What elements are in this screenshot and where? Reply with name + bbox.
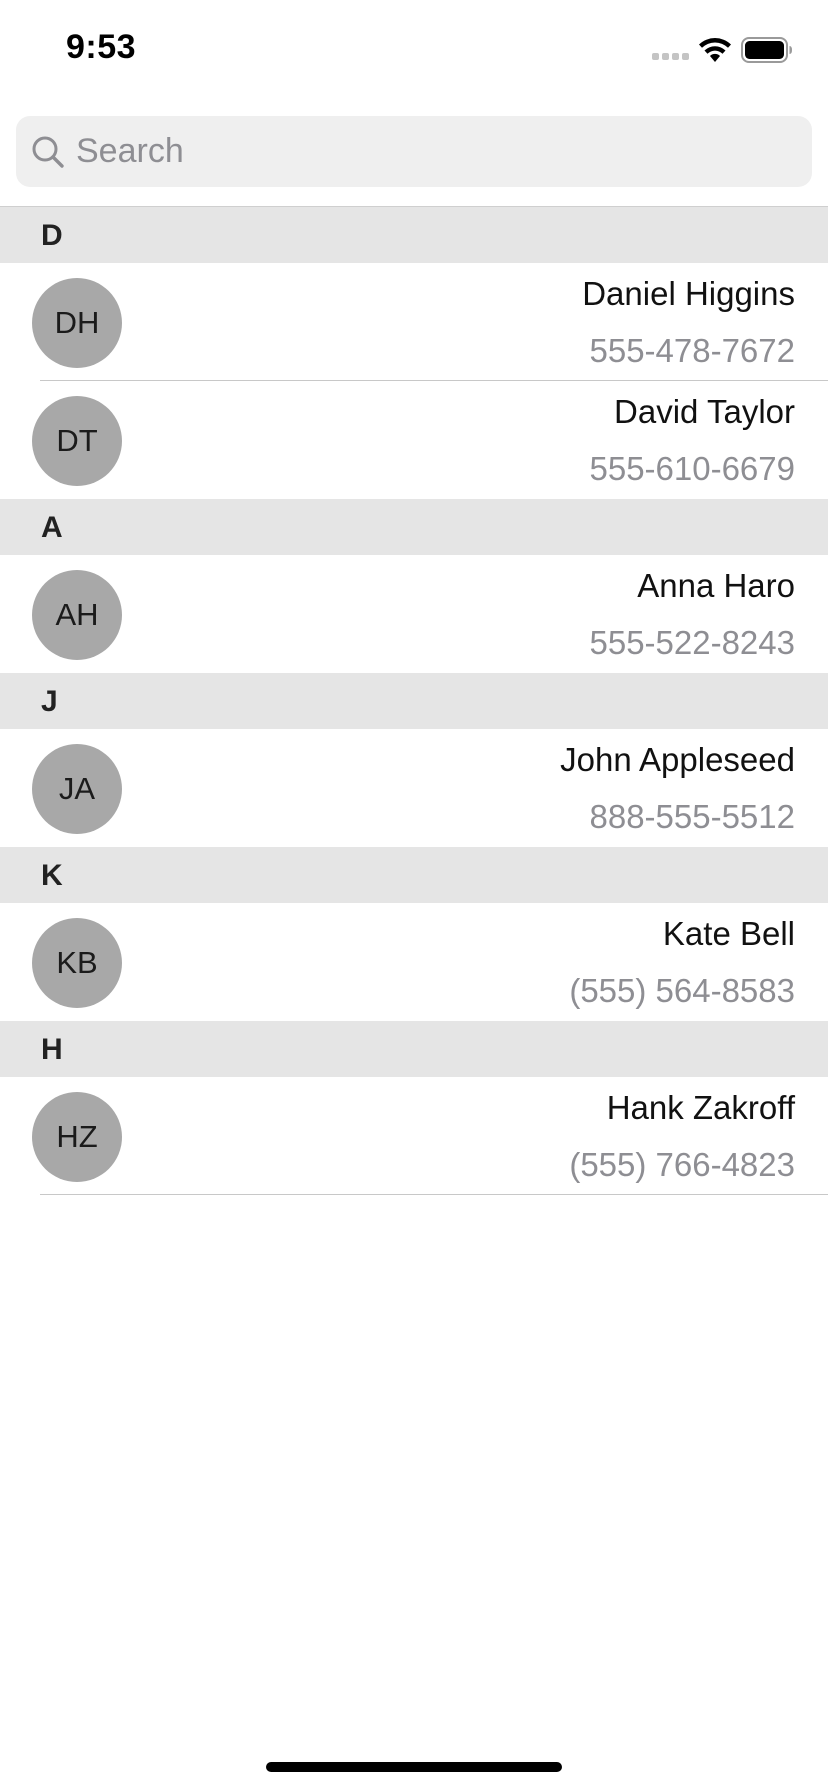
contact-row-hank-zakroff[interactable]: HZ Hank Zakroff (555) 766-4823: [0, 1077, 828, 1195]
contacts-list[interactable]: D DH Daniel Higgins 555-478-7672 DT Davi…: [0, 207, 828, 1195]
home-indicator[interactable]: [266, 1762, 562, 1772]
avatar-initials: JA: [58, 771, 96, 806]
avatar: HZ: [32, 1092, 122, 1182]
section-letter: K: [41, 859, 63, 892]
contact-row-daniel-higgins[interactable]: DH Daniel Higgins 555-478-7672: [0, 263, 828, 381]
section-letter: A: [41, 511, 63, 544]
avatar-initials: DT: [56, 423, 98, 458]
contact-name: Daniel Higgins: [582, 275, 795, 312]
avatar: DH: [32, 278, 122, 368]
avatar: JA: [32, 744, 122, 834]
contact-row-john-appleseed[interactable]: JA John Appleseed 888-555-5512: [0, 729, 828, 847]
contact-phone: (555) 564-8583: [569, 972, 795, 1009]
section-header-j: J: [0, 673, 828, 729]
contact-name: John Appleseed: [560, 741, 795, 778]
contact-phone: (555) 766-4823: [569, 1146, 795, 1183]
avatar-initials: DH: [54, 305, 100, 340]
contact-phone: 555-522-8243: [589, 624, 795, 661]
contact-name: Kate Bell: [662, 915, 795, 952]
contact-phone: 555-610-6679: [589, 450, 795, 487]
contact-row-kate-bell[interactable]: KB Kate Bell (555) 564-8583: [0, 903, 828, 1021]
status-bar: 9:53: [0, 0, 828, 100]
section-header-h: H: [0, 1021, 828, 1077]
avatar: KB: [32, 918, 122, 1008]
contact-row-anna-haro[interactable]: AH Anna Haro 555-522-8243: [0, 555, 828, 673]
avatar-initials: HZ: [56, 1119, 98, 1154]
signal-dots-icon: [652, 53, 692, 61]
battery-icon: [741, 37, 792, 63]
section-letter: D: [41, 219, 63, 252]
avatar: DT: [32, 396, 122, 486]
section-header-a: A: [0, 499, 828, 555]
wifi-icon: [699, 38, 731, 62]
avatar: AH: [32, 570, 122, 660]
contact-phone: 555-478-7672: [589, 332, 795, 369]
section-letter: J: [41, 685, 58, 718]
contact-phone: 888-555-5512: [589, 798, 795, 835]
status-time: 9:53: [66, 28, 137, 66]
section-header-k: K: [0, 847, 828, 903]
contact-name: Hank Zakroff: [606, 1089, 795, 1126]
section-letter: H: [41, 1033, 63, 1066]
search-bar[interactable]: [16, 116, 812, 187]
avatar-initials: AH: [55, 597, 99, 632]
search-icon: [32, 136, 64, 168]
search-input[interactable]: [76, 116, 796, 187]
avatar-initials: KB: [56, 945, 98, 980]
contact-name: David Taylor: [614, 393, 795, 430]
contact-row-david-taylor[interactable]: DT David Taylor 555-610-6679: [0, 381, 828, 499]
contact-name: Anna Haro: [637, 567, 795, 604]
section-header-d: D: [0, 207, 828, 263]
